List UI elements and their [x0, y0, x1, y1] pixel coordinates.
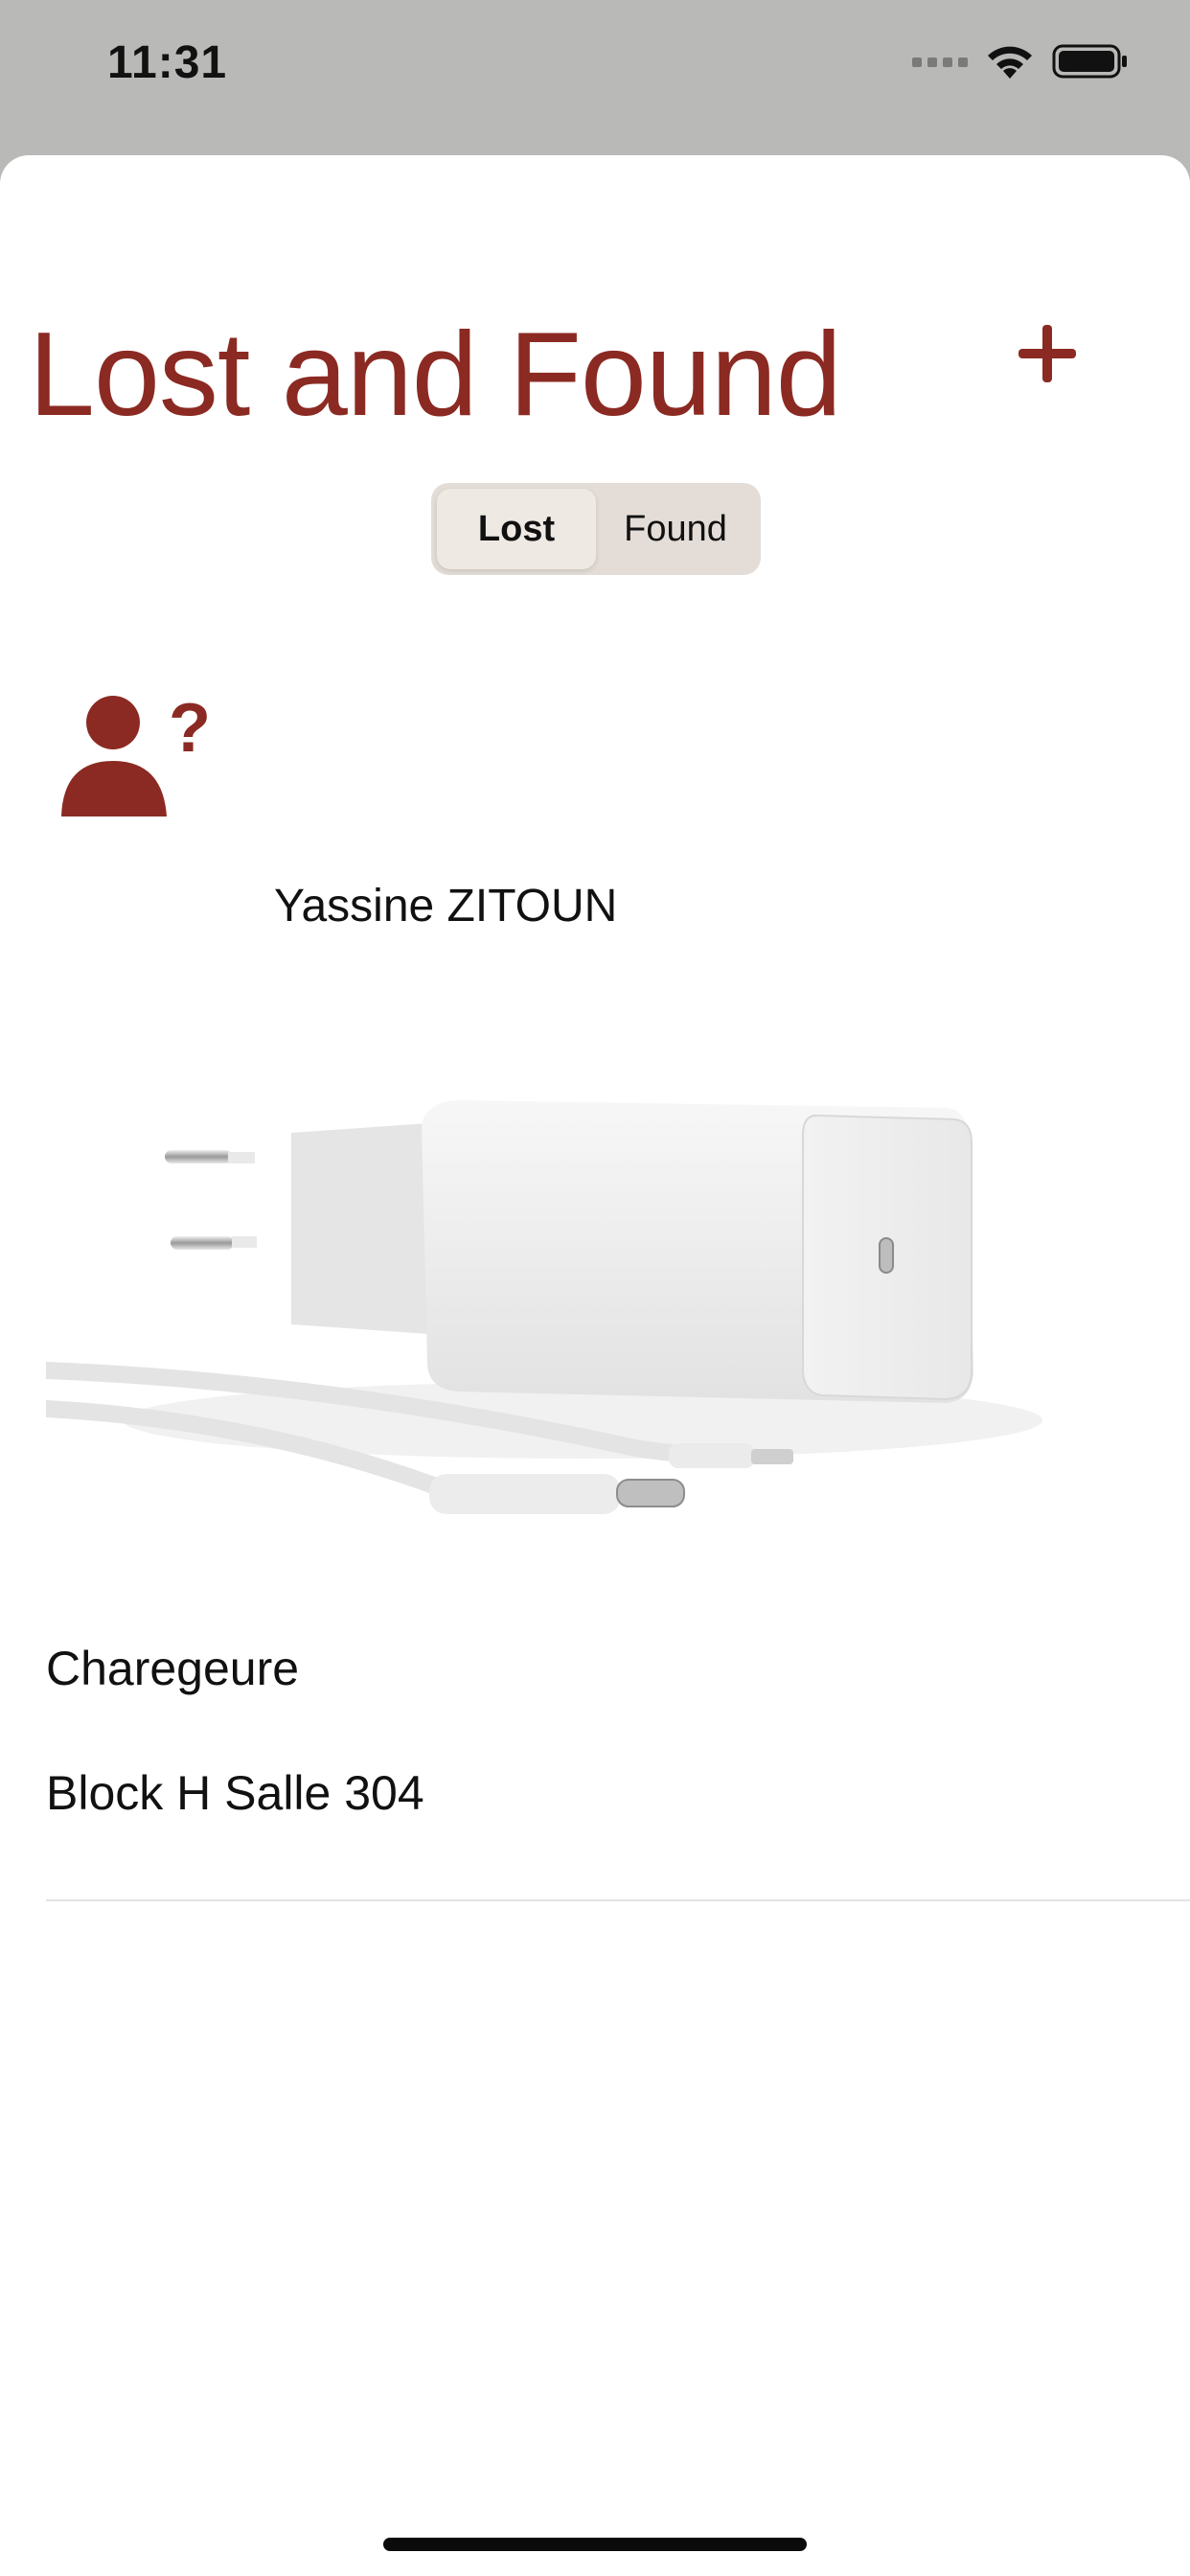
wifi-icon: [988, 46, 1032, 79]
cellular-signal-icon: [912, 58, 968, 67]
status-bar: 11:31: [0, 0, 1190, 153]
item-name: Charegeure: [46, 1642, 300, 1695]
home-indicator[interactable]: [383, 2538, 807, 2551]
lost-found-segmented-control: Lost Found: [431, 483, 761, 575]
list-divider: [46, 1899, 1190, 1901]
status-icons: [912, 42, 1129, 80]
battery-icon: [1052, 44, 1127, 79]
page-title: Lost and Found: [29, 309, 842, 441]
item-image: [37, 1008, 1129, 1574]
add-button[interactable]: [1014, 320, 1081, 387]
plus-icon: [1018, 325, 1076, 382]
segment-found[interactable]: Found: [596, 489, 755, 569]
segment-lost[interactable]: Lost: [437, 489, 596, 569]
svg-text:?: ?: [169, 692, 211, 767]
main-sheet: Lost and Found Lost Found ? Yassine ZITO…: [0, 155, 1190, 2576]
person-question-icon: ?: [59, 690, 213, 824]
post-user-name: Yassine ZITOUN: [274, 881, 618, 932]
item-location: Block H Salle 304: [46, 1766, 424, 1820]
status-time: 11:31: [107, 37, 228, 88]
